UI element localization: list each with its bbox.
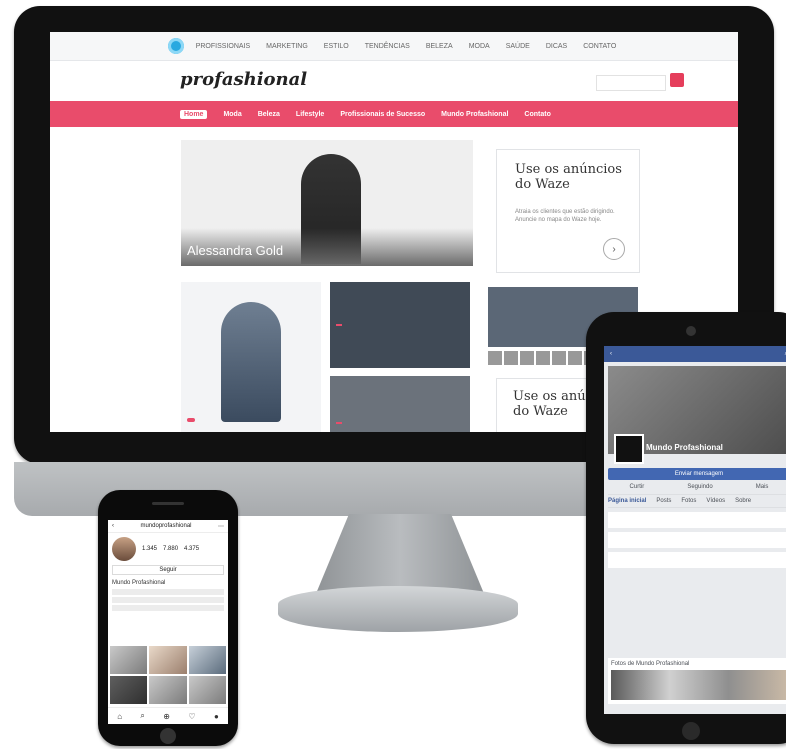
ig-bio-line (112, 605, 224, 611)
fb-follow-button[interactable]: Seguindo (687, 484, 712, 490)
news-tag (336, 324, 342, 326)
menu-item[interactable]: Lifestyle (296, 111, 324, 118)
fb-card (608, 532, 786, 548)
ig-bottom-nav: ⌂ ⌕ ⊕ ♡ ● (108, 707, 228, 724)
fb-topbar: ‹ ⌕ (604, 346, 786, 362)
hero-feature[interactable]: Alessandra Gold (181, 140, 473, 266)
phone: ‹ mundoprofashional ⋯ 1.345 7.880 4.375 … (98, 490, 238, 746)
ig-post-thumb[interactable] (188, 676, 226, 704)
fb-profile-pic[interactable] (614, 434, 644, 464)
ig-following[interactable]: 4.375 (184, 546, 199, 552)
ig-post-thumb[interactable] (149, 676, 187, 704)
add-icon[interactable]: ⊕ (163, 712, 170, 721)
news-card[interactable] (330, 282, 470, 368)
ig-username: mundoprofashional (140, 523, 192, 529)
topnav-item[interactable]: BELEZA (422, 43, 457, 50)
ig-bio: Mundo Profashional (108, 575, 228, 617)
speaker-icon (152, 502, 184, 505)
site-menubar: Home Moda Beleza Lifestyle Profissionais… (50, 101, 738, 127)
news-card[interactable] (330, 376, 470, 432)
fb-back-icon[interactable]: ‹ (610, 351, 612, 357)
menu-item[interactable]: Profissionais de Sucesso (340, 111, 425, 118)
search-icon[interactable] (670, 73, 684, 87)
menu-item[interactable]: Moda (223, 111, 241, 118)
ig-profile: 1.345 7.880 4.375 (108, 533, 228, 565)
site-logo-icon (167, 38, 184, 54)
topnav-item[interactable]: SAÚDE (502, 43, 534, 50)
ig-bio-name: Mundo Profashional (112, 580, 166, 586)
feature-tag (187, 418, 195, 422)
monitor-stand-base (278, 586, 518, 632)
home-icon[interactable]: ⌂ (117, 712, 122, 721)
news-tag (336, 422, 342, 424)
tab-photos[interactable]: Fotos (681, 498, 696, 504)
home-button-icon[interactable] (682, 722, 700, 740)
fb-actions: Curtir Seguindo Mais (608, 484, 786, 490)
ad-title: Use os anúncios do Waze (515, 162, 622, 192)
menu-item[interactable]: Contato (524, 111, 550, 118)
topnav-item[interactable]: DICAS (542, 43, 571, 50)
tablet: ‹ ⌕ Mundo Profashional Enviar mensagem C… (586, 312, 786, 744)
topnav-item[interactable]: PROFISSIONAIS (192, 43, 254, 50)
fb-tabs: Página inicial Posts Fotos Vídeos Sobre (608, 494, 786, 508)
ig-more-icon[interactable]: ⋯ (218, 523, 224, 530)
tab-home[interactable]: Página inicial (608, 498, 646, 504)
monitor-stand (315, 514, 485, 596)
heart-icon[interactable]: ♡ (188, 712, 195, 721)
site-brand[interactable]: profashional (180, 69, 307, 90)
ad-body: Atraia os clientes que estão dirigindo. … (515, 209, 615, 223)
avatar[interactable] (112, 537, 136, 561)
tablet-screen: ‹ ⌕ Mundo Profashional Enviar mensagem C… (604, 346, 786, 714)
ig-topbar: ‹ mundoprofashional ⋯ (108, 520, 228, 533)
site-topbar: PROFISSIONAIS MARKETING ESTILO TENDÊNCIA… (50, 32, 738, 61)
ad-waze[interactable]: Use os anúncios do Waze Atraia os client… (496, 149, 640, 273)
camera-icon (686, 326, 696, 336)
ig-post-thumb[interactable] (149, 646, 187, 674)
fb-card (608, 552, 786, 568)
feature-card[interactable] (181, 282, 321, 432)
ig-post-thumb[interactable] (188, 646, 226, 674)
ig-post-thumb[interactable] (110, 676, 148, 704)
ig-post-thumb[interactable] (110, 646, 148, 674)
menu-item[interactable]: Beleza (258, 111, 280, 118)
fb-more-button[interactable]: Mais (756, 484, 769, 490)
fb-photos-strip[interactable] (611, 670, 786, 700)
feature-image (221, 302, 281, 422)
topnav-item[interactable]: TENDÊNCIAS (361, 43, 414, 50)
topnav-item[interactable]: MODA (465, 43, 494, 50)
fb-card (608, 512, 786, 528)
ig-stats: 1.345 7.880 4.375 (142, 546, 199, 552)
phone-screen: ‹ mundoprofashional ⋯ 1.345 7.880 4.375 … (108, 520, 228, 724)
fb-page-name: Mundo Profashional (646, 443, 723, 452)
tab-about[interactable]: Sobre (735, 498, 751, 504)
ig-back-icon[interactable]: ‹ (112, 523, 114, 529)
ig-follow-button[interactable]: Seguir (112, 565, 224, 575)
arrow-right-icon[interactable]: › (603, 238, 625, 260)
menu-item-home[interactable]: Home (180, 109, 208, 119)
ig-bio-line (112, 589, 224, 595)
search-input[interactable] (596, 75, 666, 91)
site-header: profashional (50, 61, 738, 101)
fb-photos[interactable]: Fotos de Mundo Profashional (608, 658, 786, 704)
home-button-icon[interactable] (160, 728, 176, 744)
tab-videos[interactable]: Vídeos (706, 498, 725, 504)
fb-send-button[interactable]: Enviar mensagem (608, 468, 786, 480)
tab-posts[interactable]: Posts (656, 498, 671, 504)
topnav-item[interactable]: CONTATO (579, 43, 620, 50)
fb-like-button[interactable]: Curtir (630, 484, 645, 490)
profile-icon[interactable]: ● (214, 712, 219, 721)
fb-cover: Mundo Profashional (608, 366, 786, 464)
hero-caption: Alessandra Gold (187, 243, 284, 258)
search-icon[interactable]: ⌕ (140, 711, 144, 721)
ig-posts: 1.345 (142, 546, 158, 552)
ig-followers[interactable]: 7.880 (163, 546, 178, 552)
ig-grid (108, 644, 228, 706)
fb-photos-title: Fotos de Mundo Profashional (611, 661, 690, 667)
ig-bio-line (112, 597, 224, 603)
topnav-item[interactable]: ESTILO (320, 43, 353, 50)
topnav-item[interactable]: MARKETING (262, 43, 312, 50)
menu-item[interactable]: Mundo Profashional (441, 111, 508, 118)
